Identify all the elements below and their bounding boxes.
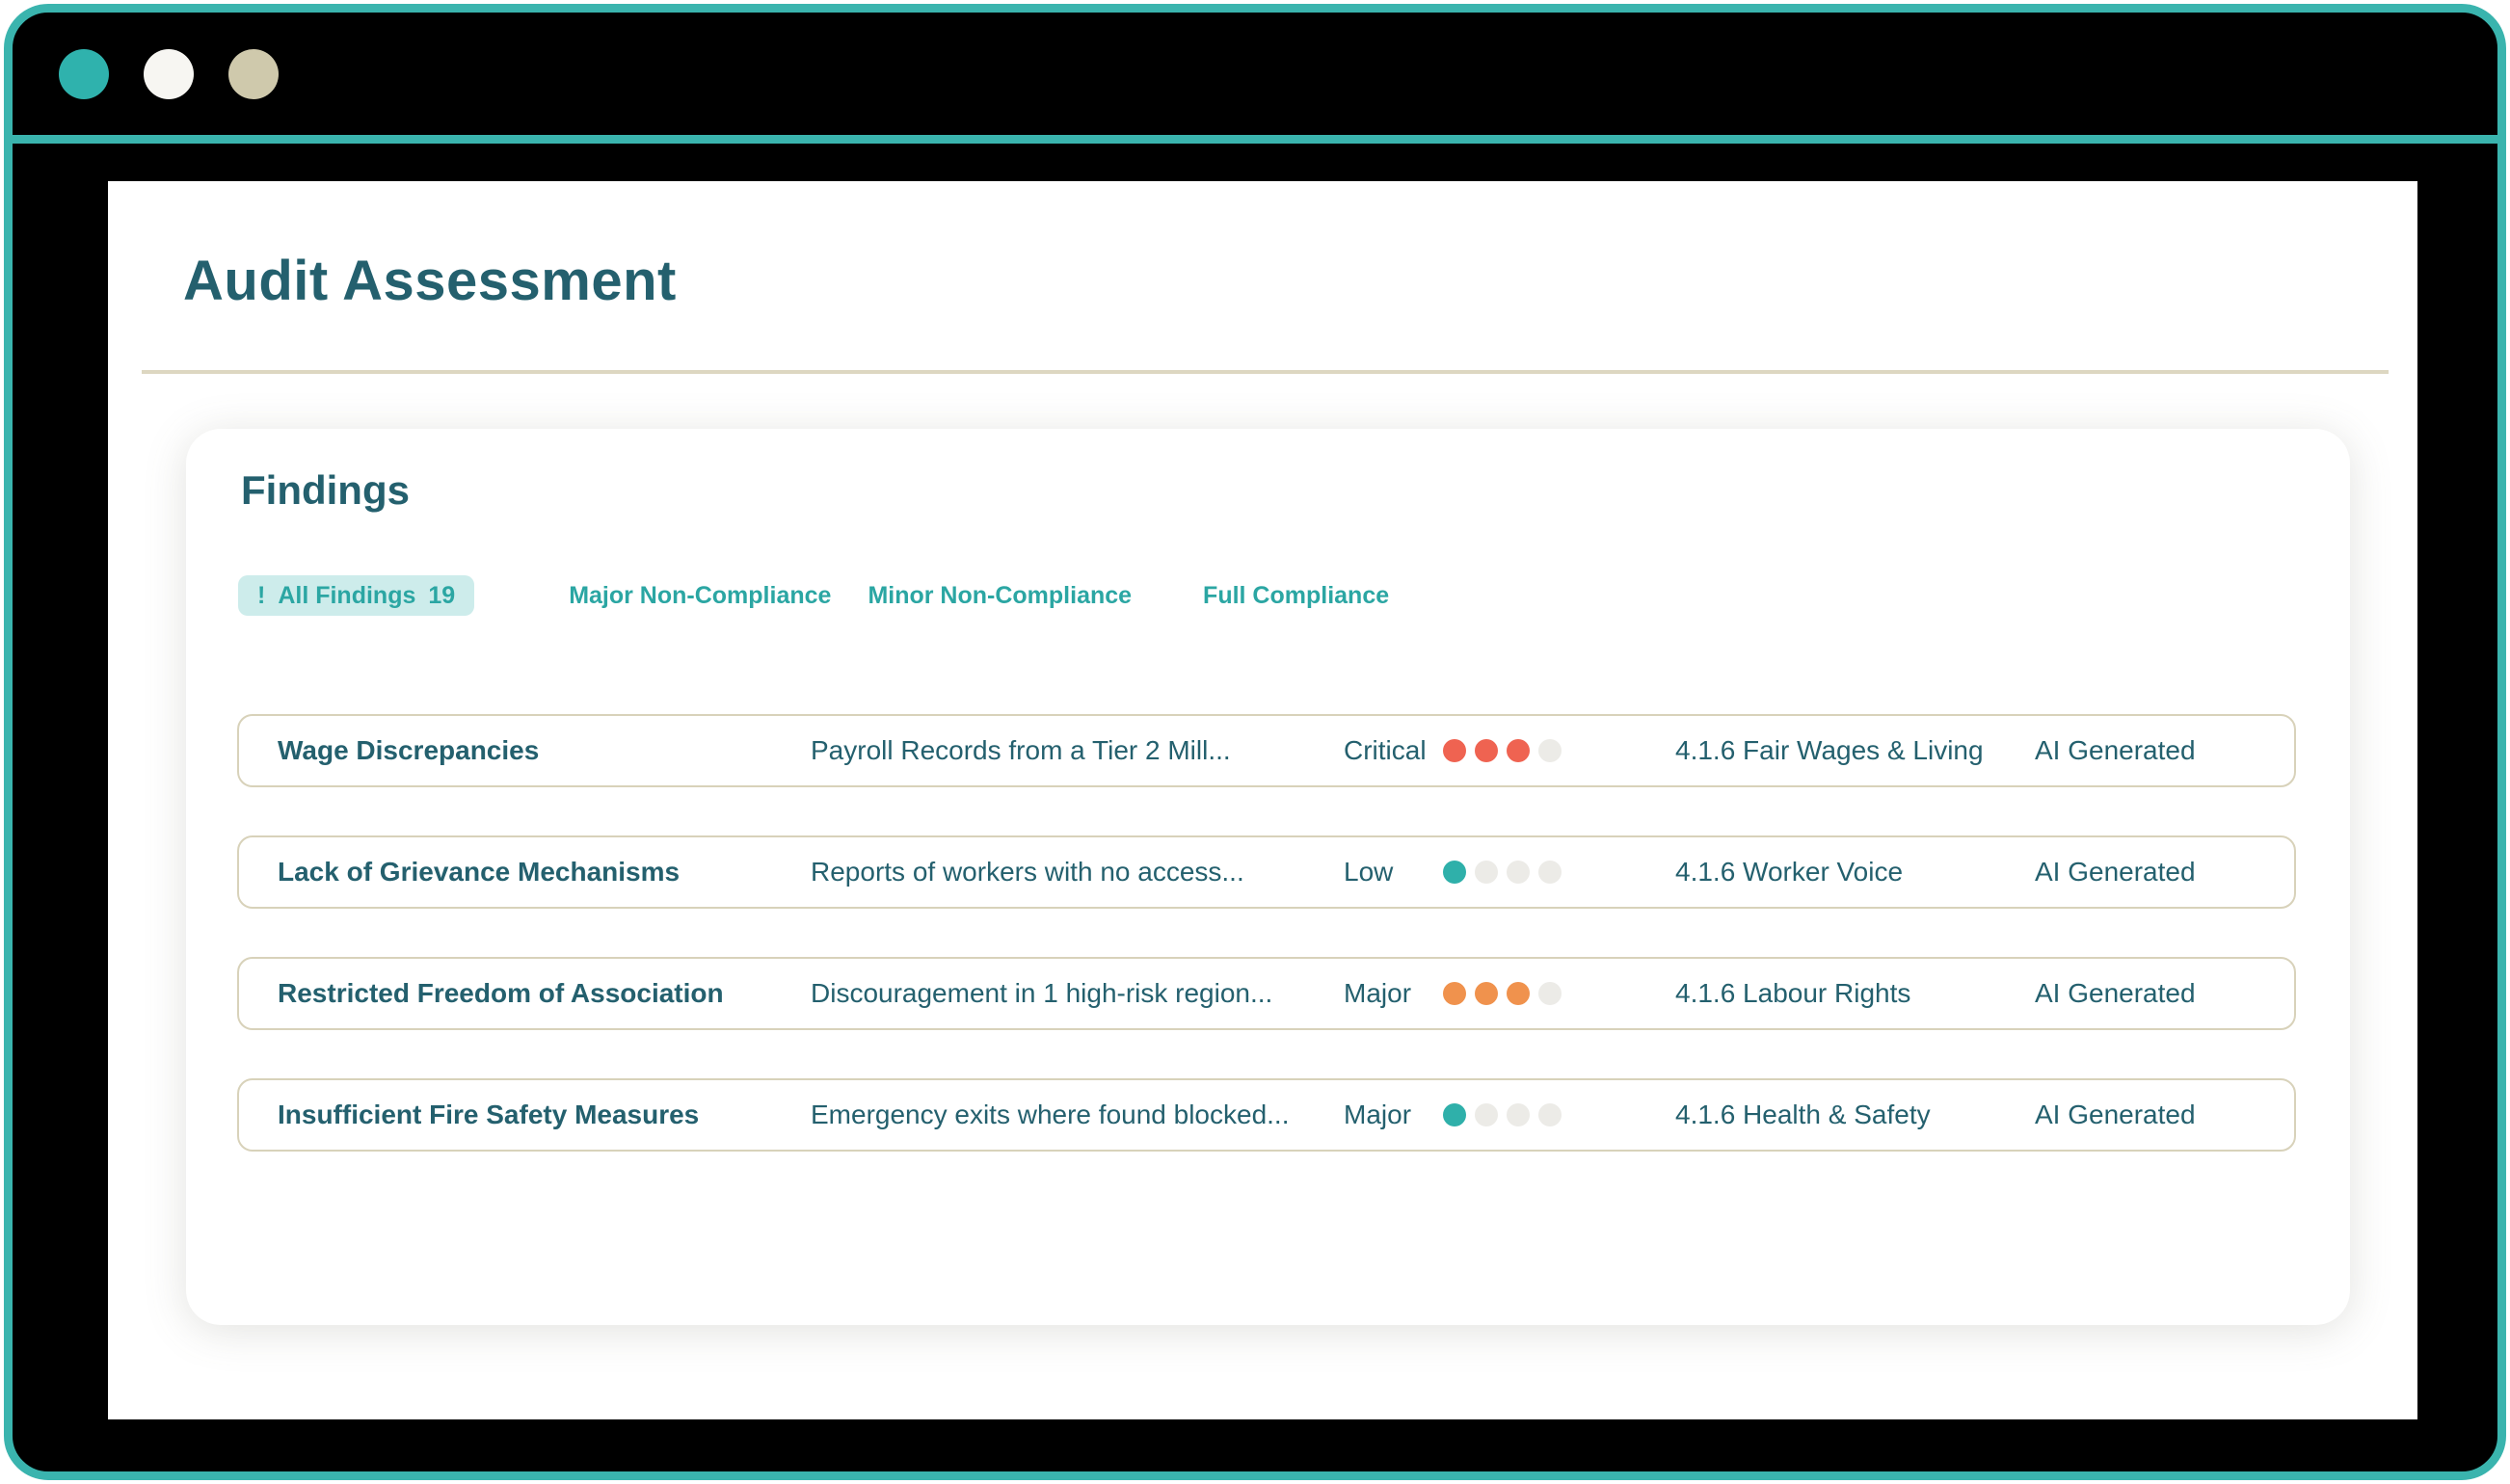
filter-all-findings[interactable]: ! All Findings 19	[238, 575, 475, 616]
finding-severity-label: Major	[1344, 978, 1412, 1008]
app-window: Audit Assessment Findings ! All Findings…	[4, 4, 2506, 1480]
severity-dot-filled-icon	[1443, 1103, 1466, 1126]
finding-ai-tag: AI Generated	[2035, 1100, 2196, 1129]
finding-severity-label: Low	[1344, 857, 1394, 887]
finding-category: 4.1.6 Fair Wages & Living	[1675, 735, 1984, 765]
findings-card: Findings ! All Findings 19 Major Non-Com…	[186, 429, 2350, 1325]
window-titlebar	[13, 13, 2497, 144]
finding-title: Wage Discrepancies	[278, 735, 540, 765]
severity-dot-empty-icon	[1538, 982, 1562, 1005]
severity-dot-empty-icon	[1507, 861, 1530, 884]
finding-description: Discouragement in 1 high-risk region...	[811, 978, 1273, 1008]
finding-ai-tag: AI Generated	[2035, 735, 2196, 765]
finding-severity-label: Major	[1344, 1100, 1412, 1129]
finding-severity-dots	[1443, 739, 1675, 762]
severity-dot-empty-icon	[1538, 1103, 1562, 1126]
finding-description: Payroll Records from a Tier 2 Mill...	[811, 735, 1231, 765]
window-control-minimize-icon[interactable]	[144, 48, 194, 99]
finding-category: 4.1.6 Health & Safety	[1675, 1100, 1931, 1129]
finding-title: Restricted Freedom of Association	[278, 978, 724, 1008]
window-control-close-icon[interactable]	[59, 48, 109, 99]
finding-ai-tag: AI Generated	[2035, 978, 2196, 1008]
filter-tab-full-compliance[interactable]: Full Compliance	[1203, 582, 1389, 610]
findings-list: Wage Discrepancies Payroll Records from …	[237, 714, 2296, 1152]
finding-title: Lack of Grievance Mechanisms	[278, 857, 681, 887]
severity-dot-empty-icon	[1538, 861, 1562, 884]
content-page: Audit Assessment Findings ! All Findings…	[108, 181, 2417, 1419]
severity-dot-filled-icon	[1475, 739, 1498, 762]
finding-row[interactable]: Restricted Freedom of Association Discou…	[237, 957, 2296, 1030]
page-title: Audit Assessment	[183, 250, 677, 312]
finding-description: Reports of workers with no access...	[811, 857, 1244, 887]
severity-dot-filled-icon	[1475, 982, 1498, 1005]
title-divider	[142, 370, 2389, 374]
severity-dot-empty-icon	[1507, 1103, 1530, 1126]
window-control-maximize-icon[interactable]	[228, 48, 279, 99]
alert-icon: !	[257, 581, 266, 609]
severity-dot-filled-icon	[1443, 861, 1466, 884]
finding-category: 4.1.6 Labour Rights	[1675, 978, 1911, 1008]
filter-all-findings-count: 19	[428, 581, 456, 609]
finding-severity-dots	[1443, 982, 1675, 1005]
severity-dot-filled-icon	[1507, 739, 1530, 762]
finding-severity-dots	[1443, 1103, 1675, 1126]
finding-row[interactable]: Insufficient Fire Safety Measures Emerge…	[237, 1078, 2296, 1152]
finding-severity-dots	[1443, 861, 1675, 884]
filter-tab-major-non-compliance[interactable]: Major Non-Compliance	[569, 582, 831, 610]
severity-dot-filled-icon	[1443, 739, 1466, 762]
finding-row[interactable]: Wage Discrepancies Payroll Records from …	[237, 714, 2296, 787]
severity-dot-empty-icon	[1538, 739, 1562, 762]
filter-tab-minor-non-compliance[interactable]: Minor Non-Compliance	[868, 582, 1132, 610]
finding-title: Insufficient Fire Safety Measures	[278, 1100, 700, 1129]
findings-heading: Findings	[241, 467, 410, 513]
finding-ai-tag: AI Generated	[2035, 857, 2196, 887]
findings-filter-bar: ! All Findings 19 Major Non-Compliance Mi…	[238, 575, 1389, 616]
severity-dot-empty-icon	[1475, 1103, 1498, 1126]
finding-description: Emergency exits where found blocked...	[811, 1100, 1290, 1129]
finding-severity-label: Critical	[1344, 735, 1427, 765]
finding-category: 4.1.6 Worker Voice	[1675, 857, 1904, 887]
severity-dot-filled-icon	[1443, 982, 1466, 1005]
finding-row[interactable]: Lack of Grievance Mechanisms Reports of …	[237, 835, 2296, 909]
severity-dot-filled-icon	[1507, 982, 1530, 1005]
filter-all-findings-label: All Findings	[278, 581, 416, 609]
severity-dot-empty-icon	[1475, 861, 1498, 884]
